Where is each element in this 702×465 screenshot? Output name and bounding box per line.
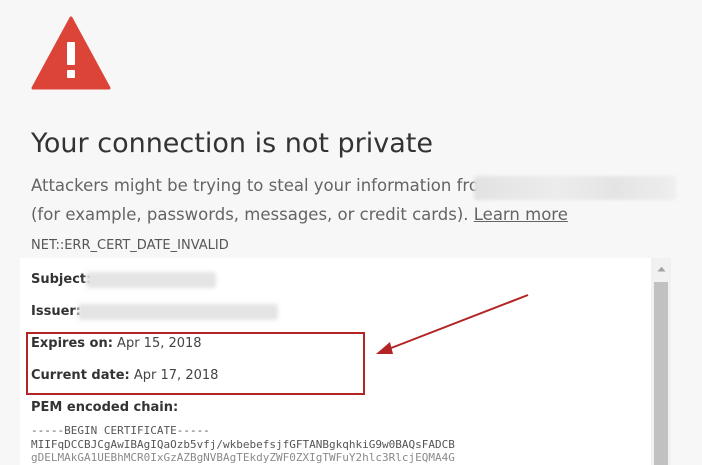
description-text: Attackers might be trying to steal your … — [31, 176, 495, 195]
issuer-row: Issuer: — [31, 302, 81, 322]
pem-line: MIIFqDCCBJCgAwIBAgIQaOzb5vfj/wkbebefsjfG… — [31, 437, 455, 451]
scroll-up-icon[interactable] — [651, 262, 671, 276]
scrollbar-thumb[interactable] — [654, 282, 668, 465]
subject-row: Subject: — [31, 270, 91, 290]
error-code: NET::ERR_CERT_DATE_INVALID — [31, 238, 229, 253]
highlight-box — [26, 332, 365, 395]
description-text-2: (for example, passwords, messages, or cr… — [31, 205, 469, 224]
subject-label: Subject: — [31, 272, 92, 287]
pem-line: gDELMAkGA1UEBhMCR0IxGzAZBgNVBAgTEkdyZWF0… — [31, 451, 455, 464]
pem-row: PEM encoded chain: — [31, 398, 178, 418]
description-continued: (for example, passwords, messages, or cr… — [31, 202, 568, 228]
pem-line: -----BEGIN CERTIFICATE----- — [31, 424, 210, 437]
page-title: Your connection is not private — [31, 128, 433, 159]
redacted-subject-value — [86, 272, 216, 288]
pem-label: PEM encoded chain: — [31, 400, 179, 415]
pem-chain-text: -----BEGIN CERTIFICATE----- MIIFqDCCBJCgA… — [31, 424, 455, 465]
issuer-label: Issuer: — [31, 304, 81, 319]
scrollbar[interactable] — [651, 258, 671, 465]
redacted-domain — [474, 176, 676, 200]
learn-more-link[interactable]: Learn more — [474, 205, 568, 224]
warning-triangle-icon — [31, 16, 111, 90]
redacted-issuer-value — [78, 304, 278, 320]
